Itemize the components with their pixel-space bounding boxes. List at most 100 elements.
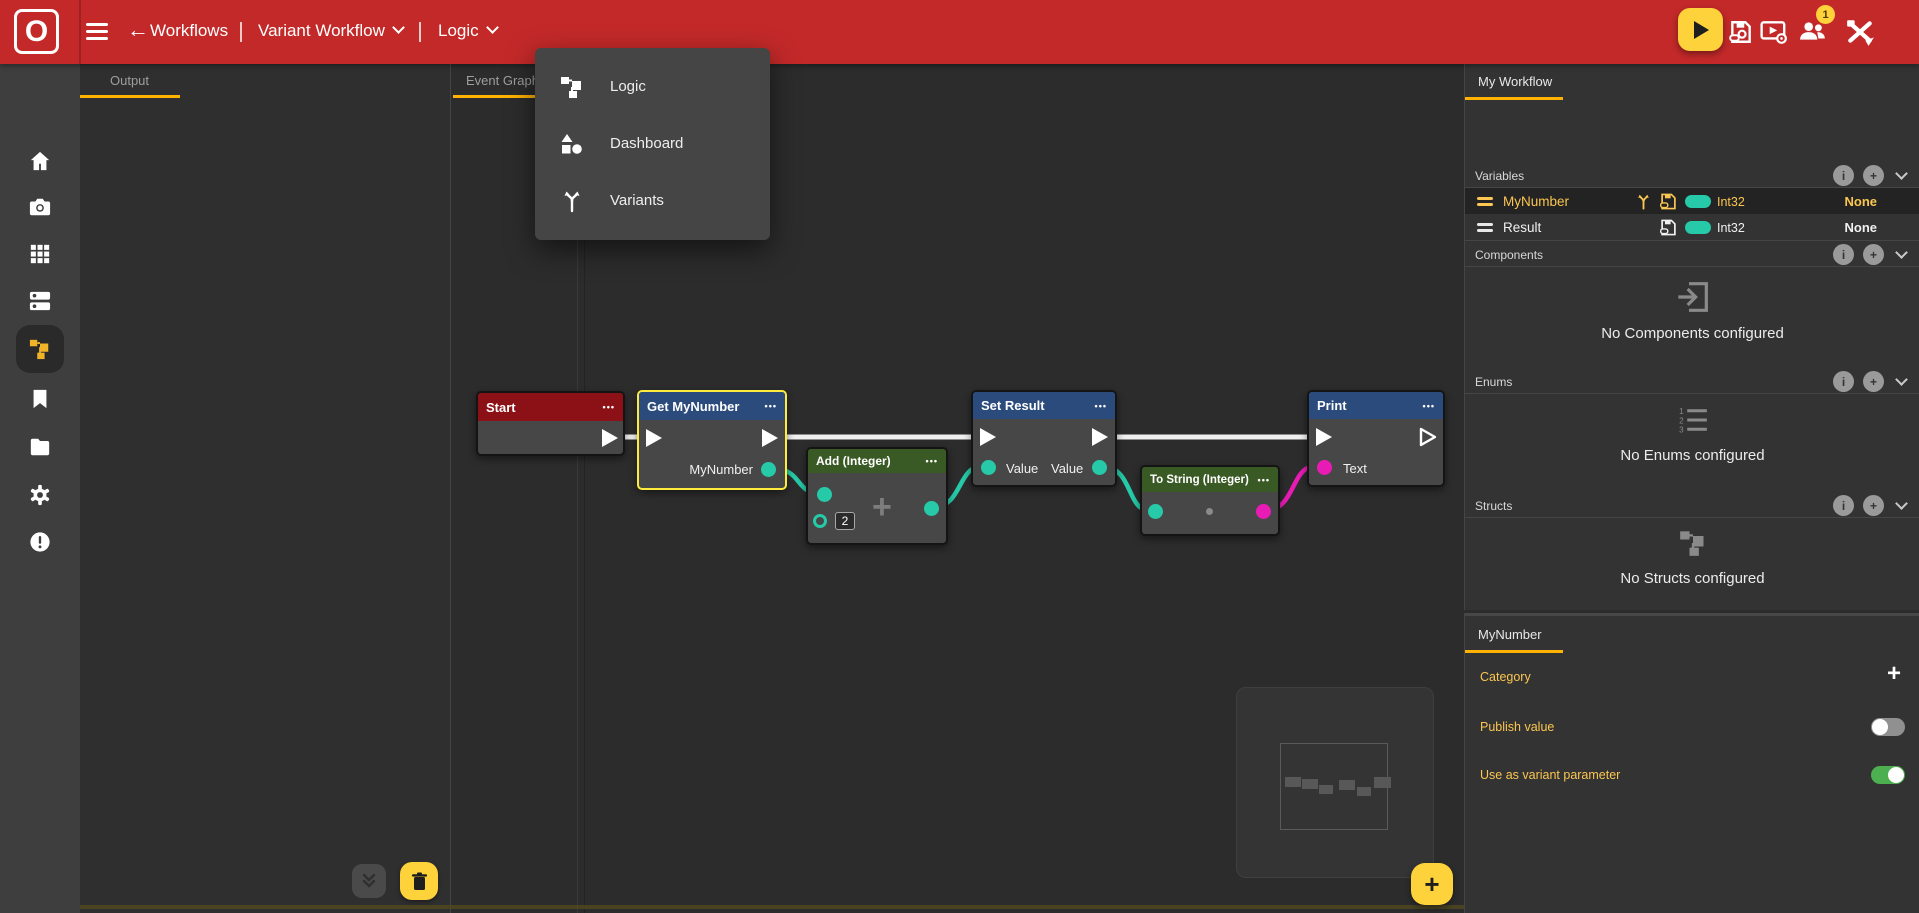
publish-value-toggle[interactable]: [1871, 718, 1905, 736]
mynumber-tab-underline: [1465, 650, 1563, 653]
collapse-chevron-icon[interactable]: [1895, 246, 1908, 259]
bookmark-icon[interactable]: [29, 388, 51, 410]
tab-event-graph[interactable]: Event Graph: [466, 73, 539, 88]
node-add-integer[interactable]: Add (Integer) ••• 2 +: [806, 447, 948, 545]
settings-gear-icon[interactable]: [29, 484, 51, 506]
node-to-string[interactable]: To String (Integer) •••: [1140, 465, 1280, 536]
section-enums: Enums i +: [1465, 370, 1919, 393]
variable-name: MyNumber: [1503, 194, 1569, 209]
add-struct-button[interactable]: +: [1863, 495, 1884, 516]
node-more-icon[interactable]: •••: [603, 402, 615, 412]
dns-icon[interactable]: [29, 290, 51, 312]
input-port-label: Value: [1006, 461, 1038, 476]
default-value-box[interactable]: 2: [835, 512, 855, 530]
info-icon[interactable]: i: [1833, 495, 1854, 516]
node-more-icon[interactable]: •••: [765, 401, 777, 411]
output-tab-underline: [80, 95, 180, 98]
variable-value: None: [1845, 220, 1878, 235]
svg-text:3: 3: [1679, 426, 1684, 434]
info-icon[interactable]: i: [1833, 371, 1854, 392]
camera-icon[interactable]: [29, 196, 51, 218]
enums-empty-state: 123 No Enums configured: [1465, 406, 1919, 464]
node-print[interactable]: Print ••• Text: [1307, 390, 1445, 487]
data-out-port[interactable]: [761, 462, 776, 477]
drag-handle-icon[interactable]: [1477, 223, 1493, 235]
collapse-chevron-icon[interactable]: [1895, 373, 1908, 386]
node-set-result[interactable]: Set Result ••• Value Value: [971, 390, 1117, 487]
data-in-port[interactable]: [981, 460, 996, 475]
view-dropdown[interactable]: Logic: [438, 21, 497, 41]
collapse-chevron-icon[interactable]: [1895, 167, 1908, 180]
info-icon[interactable]: i: [1833, 165, 1854, 186]
node-title: Start: [486, 400, 516, 415]
type-indicator-pill[interactable]: [1685, 195, 1711, 208]
add-operator-icon: +: [872, 493, 892, 521]
tab-mynumber[interactable]: MyNumber: [1478, 627, 1542, 642]
data-in-port-b[interactable]: [813, 514, 827, 528]
add-enum-button[interactable]: +: [1863, 371, 1884, 392]
exec-in-pin[interactable]: [645, 428, 663, 448]
minimap[interactable]: [1236, 687, 1434, 878]
node-more-icon[interactable]: •••: [926, 456, 938, 466]
node-start[interactable]: Start •••: [476, 391, 625, 456]
data-in-port[interactable]: [1148, 504, 1163, 519]
workflows-schema-icon[interactable]: [29, 338, 51, 360]
data-out-port[interactable]: [1256, 504, 1271, 519]
node-title: Add (Integer): [816, 454, 891, 468]
tab-my-workflow[interactable]: My Workflow: [1478, 74, 1552, 89]
apps-grid-icon[interactable]: [29, 243, 51, 265]
folder-icon[interactable]: [29, 436, 51, 458]
info-icon[interactable]: i: [1833, 244, 1854, 265]
workflow-name-dropdown[interactable]: Variant Workflow: [258, 21, 403, 41]
breadcrumb-workflows[interactable]: Workflows: [150, 21, 228, 41]
node-more-icon[interactable]: •••: [1423, 401, 1435, 411]
runtime-view-icon[interactable]: [1760, 19, 1788, 45]
clear-output-button[interactable]: [400, 862, 438, 900]
type-indicator-pill[interactable]: [1685, 221, 1711, 234]
menu-item-logic[interactable]: Logic: [535, 58, 770, 115]
app-logo[interactable]: O: [14, 9, 59, 54]
empty-state-text: No Structs configured: [1465, 570, 1919, 587]
variable-row-mynumber[interactable]: MyNumber Int32 None: [1465, 188, 1919, 214]
menu-icon[interactable]: [86, 23, 108, 41]
data-in-port-a[interactable]: [817, 487, 832, 502]
data-out-port[interactable]: [1092, 460, 1107, 475]
variable-type: Int32: [1717, 221, 1745, 235]
menu-item-variants[interactable]: Variants: [535, 172, 770, 229]
exec-out-pin[interactable]: [761, 428, 779, 448]
node-more-icon[interactable]: •••: [1095, 401, 1107, 411]
save-workflow-icon[interactable]: [1728, 19, 1754, 45]
scroll-to-bottom-button[interactable]: [352, 864, 386, 898]
breadcrumb-separator: [419, 22, 421, 42]
add-variable-button[interactable]: +: [1863, 165, 1884, 186]
run-workflow-button[interactable]: [1678, 8, 1723, 51]
workflow-config-panel: My Workflow Variables i + MyNumber Int32…: [1464, 64, 1919, 610]
chevron-down-icon: [486, 21, 499, 34]
exec-in-pin[interactable]: [979, 427, 997, 447]
home-icon[interactable]: [29, 150, 51, 172]
data-in-port[interactable]: [1317, 460, 1332, 475]
publish-link-icon: [1660, 219, 1677, 236]
variable-row-result[interactable]: Result Int32 None: [1465, 214, 1919, 240]
back-arrow-icon[interactable]: ←: [127, 17, 149, 43]
section-label: Variables: [1475, 169, 1833, 183]
exec-out-pin-unconnected[interactable]: [1419, 427, 1437, 447]
add-node-button[interactable]: +: [1411, 863, 1453, 905]
node-get-mynumber[interactable]: Get MyNumber ••• MyNumber: [637, 390, 787, 490]
build-tools-icon[interactable]: [1845, 17, 1875, 47]
exec-in-pin[interactable]: [1315, 427, 1333, 447]
error-icon[interactable]: [29, 531, 51, 553]
output-panel: Output: [80, 64, 450, 913]
exec-out-pin[interactable]: [1091, 427, 1109, 447]
variant-parameter-toggle[interactable]: [1871, 766, 1905, 784]
add-component-button[interactable]: +: [1863, 244, 1884, 265]
drag-handle-icon[interactable]: [1477, 197, 1493, 209]
exec-out-pin[interactable]: [601, 428, 619, 448]
collapse-chevron-icon[interactable]: [1895, 497, 1908, 510]
trash-icon: [411, 872, 428, 891]
tab-output[interactable]: Output: [110, 73, 149, 88]
node-more-icon[interactable]: •••: [1258, 475, 1270, 485]
add-category-button[interactable]: +: [1887, 660, 1901, 688]
menu-item-dashboard[interactable]: Dashboard: [535, 115, 770, 172]
data-out-port[interactable]: [924, 501, 939, 516]
